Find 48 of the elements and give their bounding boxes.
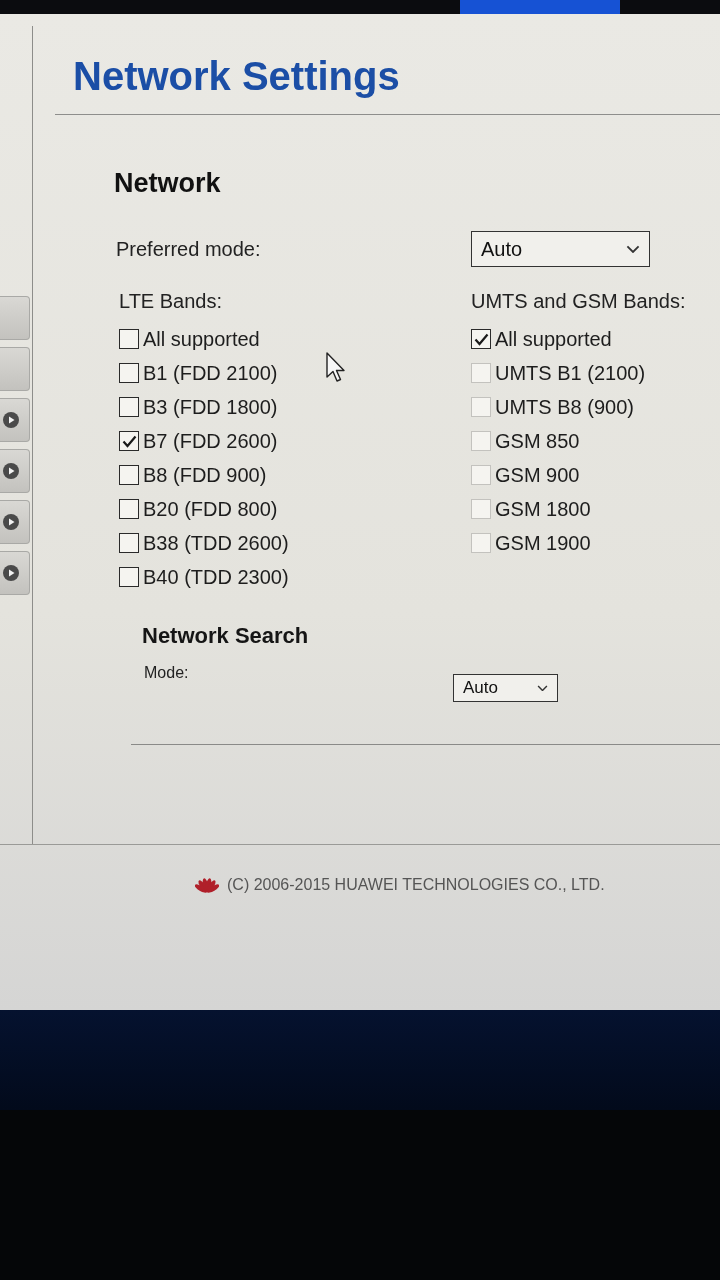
option-label: B20 (FDD 800) — [143, 497, 278, 521]
section-heading: Network — [114, 167, 221, 199]
sidebar-tab[interactable] — [0, 500, 30, 544]
sidebar-tab[interactable] — [0, 449, 30, 493]
section-heading: Network Search — [142, 623, 309, 649]
sidebar-tab[interactable] — [0, 398, 30, 442]
checkbox[interactable] — [119, 499, 139, 519]
checkbox[interactable] — [119, 465, 139, 485]
option-label: All supported — [495, 327, 612, 351]
petal-logo-icon — [195, 876, 219, 894]
mode-select[interactable]: Auto — [453, 674, 558, 702]
checkbox[interactable] — [119, 363, 139, 383]
copyright-text: (C) 2006-2015 HUAWEI TECHNOLOGIES CO., LTD. — [227, 875, 605, 895]
option-label: GSM 850 — [495, 429, 580, 453]
play-circle-icon — [3, 412, 19, 428]
option-label: GSM 1800 — [495, 497, 591, 521]
field-label: Mode: — [143, 663, 189, 683]
option-label: UMTS B1 (2100) — [495, 361, 646, 385]
option-label: GSM 900 — [495, 463, 580, 487]
option-label: All supported — [143, 327, 260, 351]
option-label: UMTS B8 (900) — [495, 395, 634, 419]
option-label: B38 (TDD 2600) — [143, 531, 289, 555]
bands-label: LTE Bands: — [119, 289, 223, 313]
play-circle-icon — [3, 565, 19, 581]
checkbox[interactable] — [119, 533, 139, 553]
check-icon — [473, 332, 489, 346]
option-label: B3 (FDD 1800) — [143, 395, 278, 419]
option-label: GSM 1900 — [495, 531, 591, 555]
cursor-icon — [326, 352, 346, 384]
bands-label: UMTS and GSM Bands: — [471, 289, 686, 313]
check-icon — [121, 434, 137, 448]
option-label: B7 (FDD 2600) — [143, 429, 278, 453]
sidebar-tab[interactable] — [0, 551, 30, 595]
chevron-down-icon — [626, 244, 640, 254]
mode-select[interactable]: Auto — [471, 231, 650, 267]
option-label: B1 (FDD 2100) — [143, 361, 278, 385]
chevron-down-icon — [537, 684, 548, 692]
checkbox[interactable] — [471, 329, 491, 349]
option-label: B40 (TDD 2300) — [143, 565, 289, 589]
page-title: Network Settings — [73, 53, 400, 100]
field-label: Preferred mode: — [115, 237, 261, 261]
checkbox[interactable] — [119, 431, 139, 451]
option-label: B8 (FDD 900) — [143, 463, 267, 487]
checkbox[interactable] — [119, 329, 139, 349]
checkbox[interactable] — [119, 397, 139, 417]
play-circle-icon — [3, 463, 19, 479]
checkbox[interactable] — [119, 567, 139, 587]
play-circle-icon — [3, 514, 19, 530]
